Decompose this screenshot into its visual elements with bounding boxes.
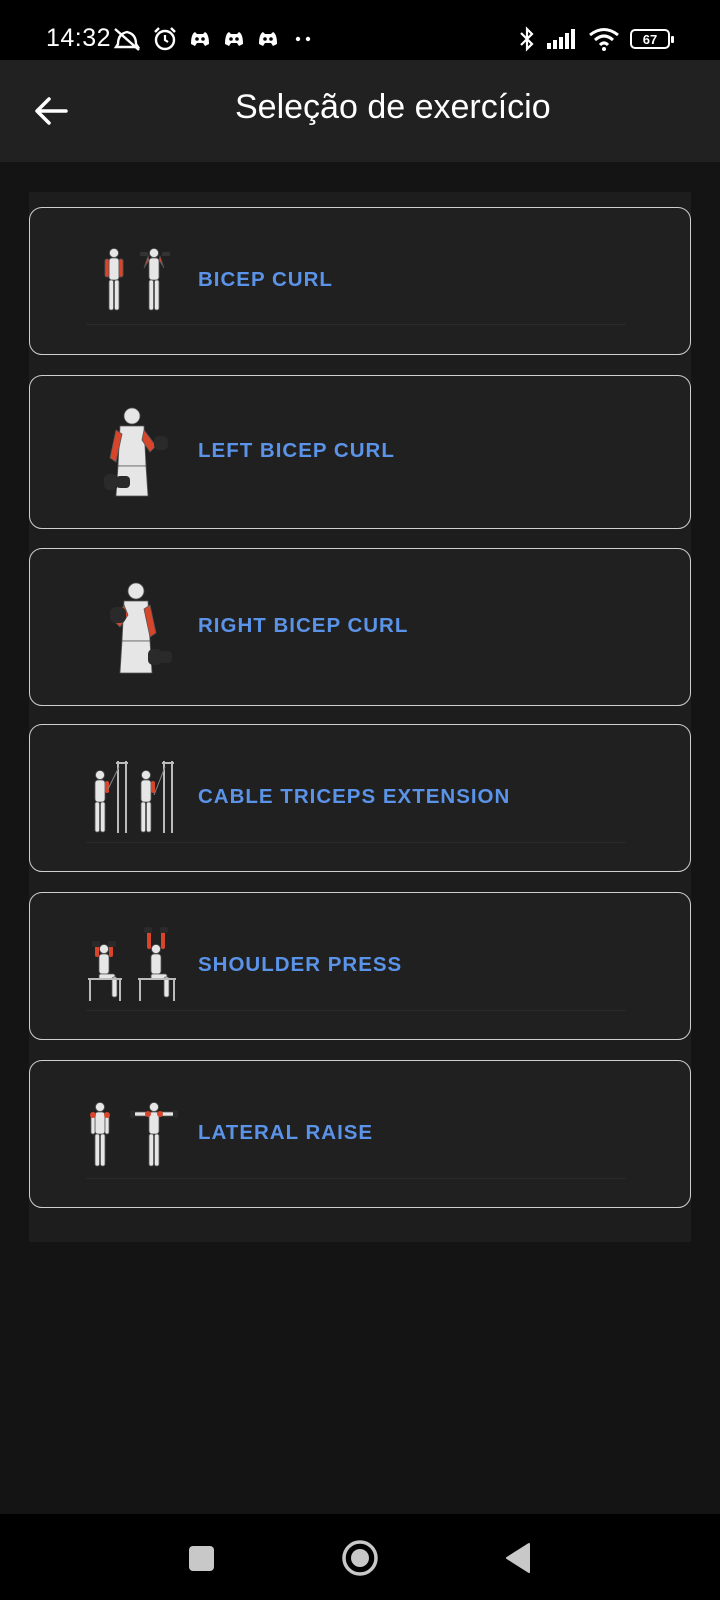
exercise-label: RIGHT BICEP CURL bbox=[198, 614, 409, 637]
cable-triceps-extension-illustration bbox=[86, 759, 182, 835]
page-title: Seleção de exercício bbox=[235, 88, 551, 126]
app-bar: Seleção de exercício bbox=[0, 60, 720, 162]
exercise-label: LEFT BICEP CURL bbox=[198, 439, 395, 462]
right-bicep-curl-illustration bbox=[86, 581, 182, 675]
shoulder-press-illustration bbox=[86, 927, 182, 1005]
more-dots-icon bbox=[295, 36, 311, 42]
battery-icon: 67 bbox=[630, 29, 674, 49]
screen: 14:32 67 Seleção de exercício BICEP CURL… bbox=[0, 0, 720, 1600]
exercise-card-lateral-raise[interactable]: LATERAL RAISE bbox=[29, 1060, 691, 1208]
back-triangle-icon[interactable] bbox=[505, 1542, 531, 1574]
exercise-card-left-bicep-curl[interactable]: LEFT BICEP CURL bbox=[29, 375, 691, 529]
card-divider bbox=[86, 324, 626, 325]
discord-icon bbox=[191, 32, 209, 46]
discord-icon bbox=[225, 32, 243, 46]
back-button[interactable] bbox=[30, 90, 72, 132]
status-time: 14:32 bbox=[46, 24, 112, 52]
alarm-clock-icon bbox=[154, 27, 176, 51]
left-bicep-curl-illustration bbox=[86, 406, 182, 498]
exercise-card-shoulder-press[interactable]: SHOULDER PRESS bbox=[29, 892, 691, 1040]
wifi-icon bbox=[589, 28, 619, 51]
arrow-left-icon bbox=[35, 97, 68, 125]
muted-alarm-icon bbox=[113, 28, 141, 51]
card-divider bbox=[86, 1178, 626, 1179]
exercise-card-right-bicep-curl[interactable]: RIGHT BICEP CURL bbox=[29, 548, 691, 706]
status-right-icons: 67 bbox=[518, 26, 674, 52]
home-circle-icon[interactable] bbox=[341, 1539, 379, 1577]
status-left-icons bbox=[112, 26, 316, 52]
card-divider bbox=[86, 1010, 626, 1011]
status-bar: 14:32 67 bbox=[0, 0, 720, 60]
exercise-label: SHOULDER PRESS bbox=[198, 953, 403, 976]
signal-icon bbox=[547, 29, 575, 49]
system-nav-bar bbox=[0, 1514, 720, 1600]
exercise-label: LATERAL RAISE bbox=[198, 1121, 374, 1144]
card-divider bbox=[86, 842, 626, 843]
lateral-raise-illustration bbox=[86, 1101, 182, 1169]
bicep-curl-illustration bbox=[86, 246, 182, 316]
exercise-label: BICEP CURL bbox=[198, 268, 333, 291]
bluetooth-icon bbox=[520, 26, 534, 52]
exercise-card-bicep-curl[interactable]: BICEP CURL bbox=[29, 207, 691, 355]
recents-square-icon[interactable] bbox=[189, 1546, 214, 1571]
exercise-card-cable-triceps-extension[interactable]: CABLE TRICEPS EXTENSION bbox=[29, 724, 691, 872]
discord-icon bbox=[259, 32, 277, 46]
exercise-label: CABLE TRICEPS EXTENSION bbox=[198, 785, 511, 808]
